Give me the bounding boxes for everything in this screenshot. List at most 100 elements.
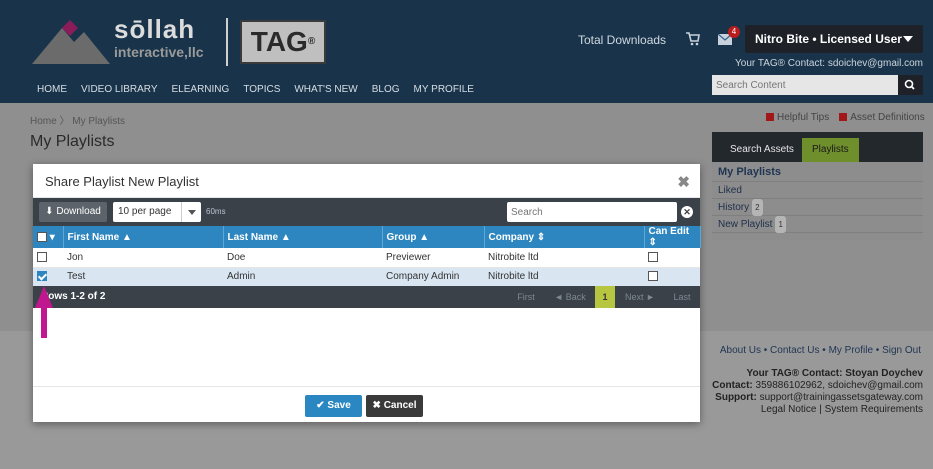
breadcrumb-separator: 〉 bbox=[59, 116, 70, 127]
cell-group: Previewer bbox=[382, 248, 484, 268]
header-contact: Your TAG® Contact: sdoichev@gmail.com bbox=[735, 58, 923, 69]
caret-down-icon bbox=[903, 36, 913, 42]
modal-footer: ✔ Save ✖ Cancel bbox=[33, 386, 700, 422]
main-nav: HOME VIDEO LIBRARY ELEARNING TOPICS WHAT… bbox=[37, 84, 474, 95]
footer-contact-info: Your TAG® Contact: Stoyan Doychev Contac… bbox=[712, 368, 923, 416]
chevron-down-icon[interactable]: ▾ bbox=[50, 232, 55, 243]
mountain-logo-icon bbox=[32, 20, 110, 64]
cell-company: Nitrobite ltd bbox=[484, 267, 644, 287]
nav-video-library[interactable]: VIDEO LIBRARY bbox=[81, 84, 158, 95]
breadcrumb-home[interactable]: Home bbox=[30, 116, 57, 127]
select-all-checkbox[interactable] bbox=[37, 231, 47, 242]
search-icon bbox=[904, 79, 915, 90]
column-can-edit[interactable]: Can Edit ⇕ bbox=[644, 226, 701, 248]
helpful-tips-link[interactable]: Helpful Tips bbox=[766, 112, 829, 123]
cell-last-name: Doe bbox=[223, 248, 382, 268]
nav-home[interactable]: HOME bbox=[37, 84, 67, 95]
download-button[interactable]: ⬇ Download bbox=[39, 202, 107, 222]
count-badge: 1 bbox=[775, 216, 786, 233]
cell-last-name: Admin bbox=[223, 267, 382, 287]
pager-last[interactable]: Last bbox=[667, 286, 697, 308]
pagination-bar: Rows 1-2 of 2 First ◄ Back 1 Next ► Last bbox=[33, 286, 700, 308]
sidebar: Search Assets Playlists My Playlists Lik… bbox=[712, 132, 923, 240]
pager-next[interactable]: Next ► bbox=[617, 286, 663, 308]
table-row[interactable]: Jon Doe Previewer Nitrobite ltd bbox=[33, 248, 700, 268]
nav-whats-new[interactable]: WHAT'S NEW bbox=[294, 84, 357, 95]
nav-topics[interactable]: TOPICS bbox=[243, 84, 280, 95]
plus-icon bbox=[839, 113, 848, 121]
total-downloads-link[interactable]: Total Downloads bbox=[578, 33, 666, 47]
check-circle-icon: ✔ bbox=[316, 400, 325, 411]
column-group[interactable]: Group ▲ bbox=[382, 226, 485, 248]
page-title: My Playlists bbox=[30, 133, 115, 150]
can-edit-checkbox[interactable] bbox=[648, 271, 658, 282]
nav-my-profile[interactable]: MY PROFILE bbox=[414, 84, 474, 95]
logo-subtitle: interactive,llc bbox=[114, 44, 204, 60]
grid-toolbar: ⬇ Download 10 per page 60ms ✕ bbox=[33, 198, 700, 226]
grid-search-input[interactable] bbox=[507, 202, 677, 222]
row-checkbox[interactable] bbox=[37, 271, 47, 282]
share-playlist-modal: Share Playlist New Playlist ✖ ⬇ Download… bbox=[33, 164, 701, 422]
cell-company: Nitrobite ltd bbox=[484, 248, 644, 268]
save-button[interactable]: ✔ Save bbox=[305, 395, 362, 417]
sidebar-header-my-playlists[interactable]: My Playlists bbox=[712, 162, 923, 182]
mail-count-badge: 4 bbox=[728, 26, 740, 38]
column-first-name[interactable]: First Name ▲ bbox=[63, 226, 224, 248]
cell-first-name: Test bbox=[63, 267, 223, 287]
per-page-select[interactable]: 10 per page bbox=[113, 202, 201, 222]
cancel-button[interactable]: ✖ Cancel bbox=[366, 395, 423, 417]
chevron-down-icon bbox=[181, 202, 201, 222]
cell-group: Company Admin bbox=[382, 267, 484, 287]
sort-asc-icon: ▲ bbox=[280, 231, 291, 243]
cell-first-name: Jon bbox=[63, 248, 223, 268]
help-links: Helpful Tips Asset Definitions bbox=[766, 112, 925, 123]
sort-asc-icon: ▲ bbox=[419, 231, 430, 243]
breadcrumb-current: My Playlists bbox=[72, 116, 126, 127]
footer-legal-links[interactable]: Legal Notice | System Requirements bbox=[712, 404, 923, 416]
column-last-name[interactable]: Last Name ▲ bbox=[223, 226, 383, 248]
clear-search-icon[interactable]: ✕ bbox=[681, 206, 693, 218]
user-menu-button[interactable]: Nitro Bite • Licensed User bbox=[745, 25, 923, 53]
nav-elearning[interactable]: ELEARNING bbox=[172, 84, 230, 95]
site-logo[interactable]: sōllah interactive,llc TAG® bbox=[32, 14, 332, 70]
can-edit-checkbox[interactable] bbox=[648, 252, 658, 263]
pager-first[interactable]: First bbox=[510, 286, 542, 308]
sidebar-item-new-playlist[interactable]: New Playlist 1 bbox=[712, 216, 923, 233]
select-all-header[interactable]: ▾ bbox=[33, 226, 64, 248]
modal-title: Share Playlist New Playlist bbox=[45, 174, 199, 189]
close-icon[interactable]: ✖ bbox=[677, 173, 690, 191]
tab-search-assets[interactable]: Search Assets bbox=[720, 138, 804, 162]
site-header: sōllah interactive,llc TAG® Total Downlo… bbox=[0, 0, 933, 103]
search-content-input[interactable] bbox=[712, 75, 898, 95]
query-time: 60ms bbox=[206, 207, 226, 216]
sidebar-item-liked[interactable]: Liked bbox=[712, 182, 923, 199]
search-button[interactable] bbox=[898, 75, 923, 95]
footer-support-value[interactable]: support@trainingassetsgateway.com bbox=[760, 392, 923, 403]
cart-icon[interactable] bbox=[686, 32, 700, 46]
plus-icon bbox=[766, 113, 774, 121]
row-checkbox[interactable] bbox=[37, 252, 47, 263]
breadcrumb: Home 〉 My Playlists bbox=[30, 112, 125, 127]
logo-divider bbox=[226, 18, 228, 66]
sort-icon: ⇕ bbox=[536, 231, 546, 243]
sidebar-item-history[interactable]: History 2 bbox=[712, 199, 923, 216]
users-table: ▾ First Name ▲ Last Name ▲ Group ▲ Compa… bbox=[33, 226, 701, 287]
count-badge: 2 bbox=[752, 199, 763, 216]
asset-definitions-link[interactable]: Asset Definitions bbox=[839, 112, 925, 123]
pager-back[interactable]: ◄ Back bbox=[546, 286, 594, 308]
table-row[interactable]: Test Admin Company Admin Nitrobite ltd bbox=[33, 267, 700, 287]
tag-logo: TAG® bbox=[240, 20, 326, 64]
nav-blog[interactable]: BLOG bbox=[372, 84, 400, 95]
footer-links[interactable]: About Us • Contact Us • My Profile • Sig… bbox=[720, 345, 921, 356]
column-company[interactable]: Company ⇕ bbox=[484, 226, 645, 248]
download-icon: ⬇ bbox=[45, 206, 54, 217]
tab-playlists[interactable]: Playlists bbox=[802, 138, 859, 162]
sidebar-tabs: Search Assets Playlists bbox=[712, 132, 923, 162]
sort-icon: ⇕ bbox=[648, 237, 657, 248]
per-page-value: 10 per page bbox=[118, 206, 172, 217]
footer-contact-name: Your TAG® Contact: Stoyan Doychev bbox=[746, 368, 923, 379]
table-header-row: ▾ First Name ▲ Last Name ▲ Group ▲ Compa… bbox=[33, 226, 701, 248]
footer-contact-value: 359886102962, sdoichev@gmail.com bbox=[755, 380, 923, 391]
modal-header: Share Playlist New Playlist ✖ bbox=[33, 164, 700, 198]
pager-current-page[interactable]: 1 bbox=[595, 286, 615, 308]
